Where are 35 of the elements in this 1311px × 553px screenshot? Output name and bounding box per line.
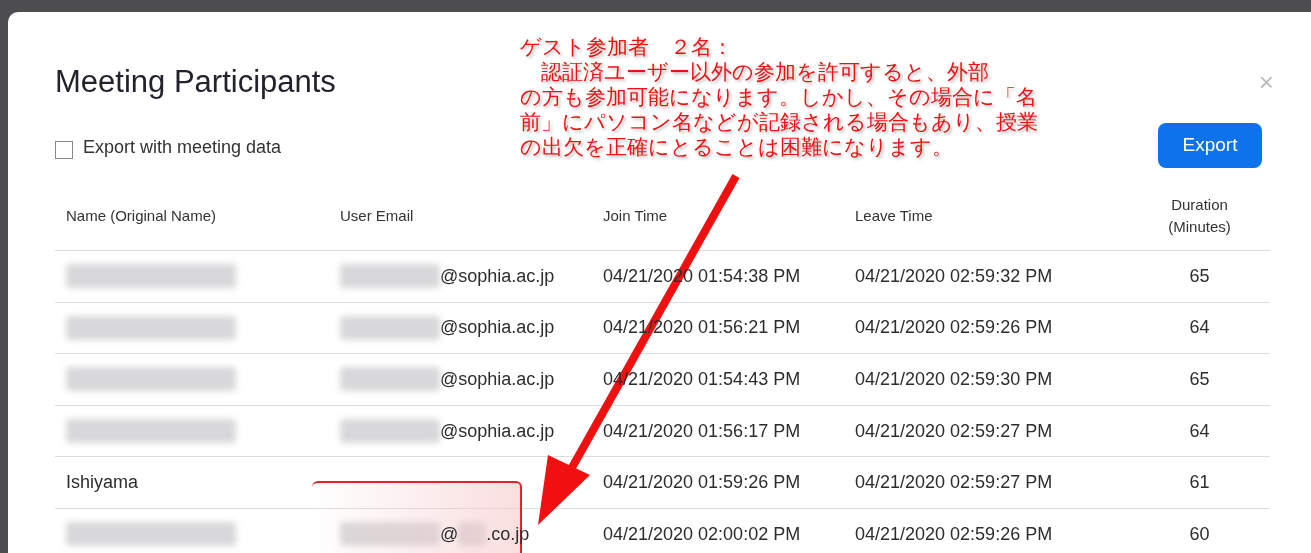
leave-time: 04/21/2020 02:59:26 PM [855, 522, 1053, 546]
annotation-line: の出欠を正確にとることは困難になります。 [520, 134, 954, 159]
column-header: Name (Original Name) [66, 205, 217, 226]
annotation-line: 前」にパソコン名などが記録される場合もあり、授業 [520, 109, 1038, 134]
email-text: @sophia.ac.jp [440, 264, 555, 288]
leave-time: 04/21/2020 02:59:27 PM [855, 471, 1053, 495]
duration: 60 [1189, 522, 1210, 546]
dialog-title: Meeting Participants [55, 63, 336, 101]
column-header: User Email [340, 205, 414, 226]
email-text: @sophia.ac.jp [440, 316, 555, 340]
column-header: Duration (Minutes) [1168, 194, 1231, 237]
column-header: Join Time [603, 205, 668, 226]
leave-time: 04/21/2020 02:59:32 PM [855, 264, 1053, 288]
duration: 64 [1189, 316, 1210, 340]
checkbox-label: Export with meeting data [83, 136, 282, 159]
join-time: 04/21/2020 01:59:26 PM [603, 471, 801, 495]
export-button[interactable]: Export [1158, 123, 1262, 168]
join-time: 04/21/2020 02:00:02 PM [603, 522, 801, 546]
duration: 65 [1189, 368, 1210, 391]
duration: 61 [1189, 471, 1210, 495]
checkbox[interactable] [55, 140, 73, 159]
email-text: @sophia.ac.jp [440, 368, 555, 391]
join-time: 04/21/2020 01:56:17 PM [603, 419, 801, 443]
leave-time: 04/21/2020 02:59:26 PM [855, 316, 1053, 340]
leave-time: 04/21/2020 02:59:27 PM [855, 419, 1053, 443]
duration: 64 [1189, 419, 1210, 443]
duration: 65 [1189, 264, 1210, 288]
email-text: @ [440, 522, 459, 546]
column-header: Leave Time [855, 205, 933, 226]
leave-time: 04/21/2020 02:59:30 PM [855, 368, 1053, 391]
annotation-line: ゲスト参加者 ２名： [520, 34, 734, 59]
annotation-line: の方も参加可能になります。しかし、その場合に「名 [520, 84, 1038, 109]
email-text: @sophia.ac.jp [440, 419, 555, 443]
annotation-line: 認証済ユーザー以外の参加を許可すると、外部 [540, 59, 990, 84]
participant-name: Ishiyama [66, 471, 139, 495]
